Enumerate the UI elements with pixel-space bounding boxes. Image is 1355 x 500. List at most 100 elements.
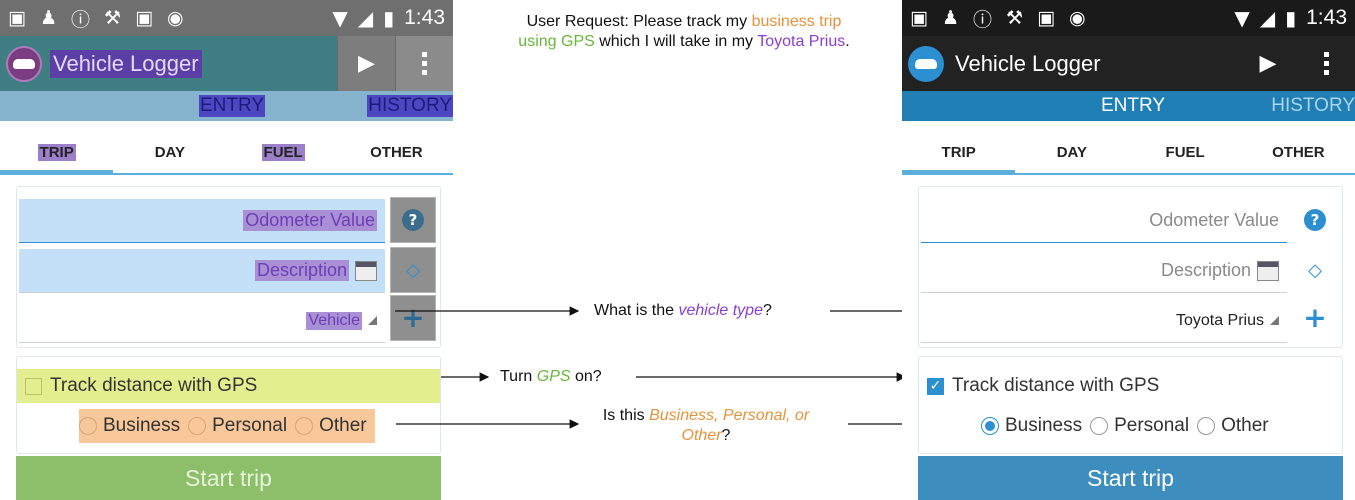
start-trip-button[interactable]: Start trip: [16, 456, 441, 500]
diagram-canvas: ▣ ♟ ⓘ ⚒ ▣ ◉ ▼ ◢ ▮ 1:43 Vehicle Logger ▶ …: [0, 0, 1355, 500]
person-icon: ♟: [39, 7, 57, 29]
radio-other[interactable]: Other: [295, 415, 367, 437]
battery-icon: ▮: [1285, 6, 1297, 30]
app-title: Vehicle Logger: [955, 50, 1101, 76]
app-bar: Vehicle Logger ▶: [0, 36, 453, 91]
tag-icon: ◇: [406, 259, 420, 281]
tools-icon: ⚒: [104, 7, 122, 29]
gps-card: ✓ Track distance with GPS Business Perso…: [918, 356, 1343, 454]
person-icon: ♟: [941, 7, 959, 29]
dropdown-arrow-icon: [1270, 316, 1279, 325]
add-vehicle-button[interactable]: +: [390, 295, 436, 341]
tag-button[interactable]: ◇: [1292, 247, 1338, 293]
app-bar: Vehicle Logger ▶: [902, 36, 1355, 91]
gps-label: Track distance with GPS: [952, 375, 1160, 396]
trip-fields-card: Odometer Value Description Toyota Prius …: [918, 186, 1343, 348]
overflow-menu-icon[interactable]: [1297, 36, 1355, 91]
subtab-trip[interactable]: TRIP: [0, 131, 114, 175]
odometer-field[interactable]: Odometer Value: [19, 199, 385, 243]
radio-personal[interactable]: Personal: [1090, 415, 1189, 437]
gps-label: Track distance with GPS: [50, 375, 258, 396]
clock: 1:43: [404, 6, 445, 29]
description-field[interactable]: Description: [19, 249, 385, 293]
wifi-icon: ▼: [332, 6, 348, 30]
info-icon: ⓘ: [973, 8, 993, 31]
android-icon: ◉: [167, 7, 184, 29]
wifi-icon: ▼: [1234, 6, 1250, 30]
vehicle-select[interactable]: Vehicle: [19, 299, 385, 343]
app-title: Vehicle Logger: [50, 49, 202, 78]
subtab-other[interactable]: OTHER: [1242, 131, 1355, 173]
filled-screen: ▣ ♟ ⓘ ⚒ ▣ ◉ ▼ ◢ ▮ 1:43 Vehicle Logger ▶ …: [902, 0, 1355, 500]
subtab-day[interactable]: DAY: [113, 131, 226, 173]
notification-icon: ▣: [8, 7, 26, 29]
play-icon[interactable]: ▶: [337, 36, 395, 91]
tab-history[interactable]: HISTORY: [367, 95, 453, 117]
tag-icon: ◇: [1308, 259, 1322, 281]
question-purpose: Is this Business, Personal, or Other?: [602, 407, 810, 444]
tab-entry[interactable]: ENTRY: [1101, 95, 1165, 117]
subtab-fuel[interactable]: FUEL: [227, 131, 340, 173]
odometer-field[interactable]: Odometer Value: [921, 199, 1287, 243]
signal-icon: ◢: [1259, 6, 1276, 30]
gps-checkbox[interactable]: ✓: [927, 377, 944, 395]
lock-icon: ▣: [135, 7, 154, 29]
subtab-fuel[interactable]: FUEL: [1129, 131, 1242, 173]
dropdown-arrow-icon: [368, 316, 377, 325]
radio-other[interactable]: Other: [1197, 415, 1269, 437]
subtab-trip[interactable]: TRIP: [902, 131, 1016, 175]
plus-icon: +: [1303, 301, 1327, 334]
status-bar: ▣ ♟ ⓘ ⚒ ▣ ◉ ▼ ◢ ▮ 1:43: [902, 0, 1355, 36]
subtab-other[interactable]: OTHER: [340, 131, 453, 173]
radio-business[interactable]: Business: [981, 415, 1082, 437]
request-vehicle-highlight: Toyota Prius: [757, 33, 846, 50]
top-nav: ENTRY HISTORY: [0, 91, 453, 121]
tab-entry[interactable]: ENTRY: [199, 95, 266, 117]
tools-icon: ⚒: [1006, 7, 1024, 29]
signal-icon: ◢: [357, 6, 374, 30]
start-trip-button[interactable]: Start trip: [918, 456, 1343, 500]
lock-icon: ▣: [1037, 7, 1056, 29]
request-business-highlight: business trip: [751, 13, 842, 30]
gps-card: Track distance with GPS Business Persona…: [16, 356, 441, 454]
gps-checkbox-row[interactable]: Track distance with GPS: [17, 369, 440, 403]
car-logo-icon: [6, 45, 42, 82]
help-icon: ?: [1304, 209, 1326, 231]
battery-icon: ▮: [383, 6, 395, 30]
help-button[interactable]: ?: [390, 197, 436, 243]
trip-fields-card: Odometer Value Description Vehicle ? ◇ +: [16, 186, 441, 348]
top-nav: ENTRY HISTORY: [902, 91, 1355, 121]
tab-history[interactable]: HISTORY: [1271, 95, 1355, 117]
notification-icon: ▣: [910, 7, 928, 29]
gps-checkbox-row[interactable]: ✓ Track distance with GPS: [919, 369, 1342, 403]
plus-icon: +: [401, 301, 425, 334]
add-vehicle-button[interactable]: +: [1292, 295, 1338, 341]
subtab-day[interactable]: DAY: [1015, 131, 1128, 173]
help-button[interactable]: ?: [1292, 197, 1338, 243]
overflow-menu-icon[interactable]: [395, 36, 453, 91]
question-vehicle-type: What is the vehicle type?: [594, 302, 772, 319]
purpose-radio-group: Business Personal Other: [981, 409, 1277, 443]
annotated-screen: ▣ ♟ ⓘ ⚒ ▣ ◉ ▼ ◢ ▮ 1:43 Vehicle Logger ▶ …: [0, 0, 453, 500]
request-gps-highlight: using GPS: [518, 33, 595, 50]
purpose-radio-group: Business Personal Other: [79, 409, 375, 443]
help-icon: ?: [402, 209, 424, 231]
entry-subtabs: TRIP DAY FUEL OTHER: [902, 131, 1355, 175]
tag-button[interactable]: ◇: [390, 247, 436, 293]
status-bar: ▣ ♟ ⓘ ⚒ ▣ ◉ ▼ ◢ ▮ 1:43: [0, 0, 453, 36]
play-icon[interactable]: ▶: [1239, 36, 1297, 91]
question-gps: Turn GPS on?: [500, 368, 602, 385]
info-icon: ⓘ: [71, 8, 91, 31]
gps-checkbox[interactable]: [25, 377, 42, 395]
entry-subtabs: TRIP DAY FUEL OTHER: [0, 131, 453, 175]
description-field[interactable]: Description: [921, 249, 1287, 293]
radio-personal[interactable]: Personal: [188, 415, 287, 437]
clock: 1:43: [1306, 6, 1347, 29]
vehicle-select[interactable]: Toyota Prius: [921, 299, 1287, 343]
calendar-icon[interactable]: [355, 260, 377, 281]
car-logo-icon: [908, 45, 944, 82]
calendar-icon[interactable]: [1257, 260, 1279, 281]
user-request: User Request: Please track my business t…: [518, 13, 850, 50]
radio-business[interactable]: Business: [79, 415, 180, 437]
android-icon: ◉: [1069, 7, 1086, 29]
